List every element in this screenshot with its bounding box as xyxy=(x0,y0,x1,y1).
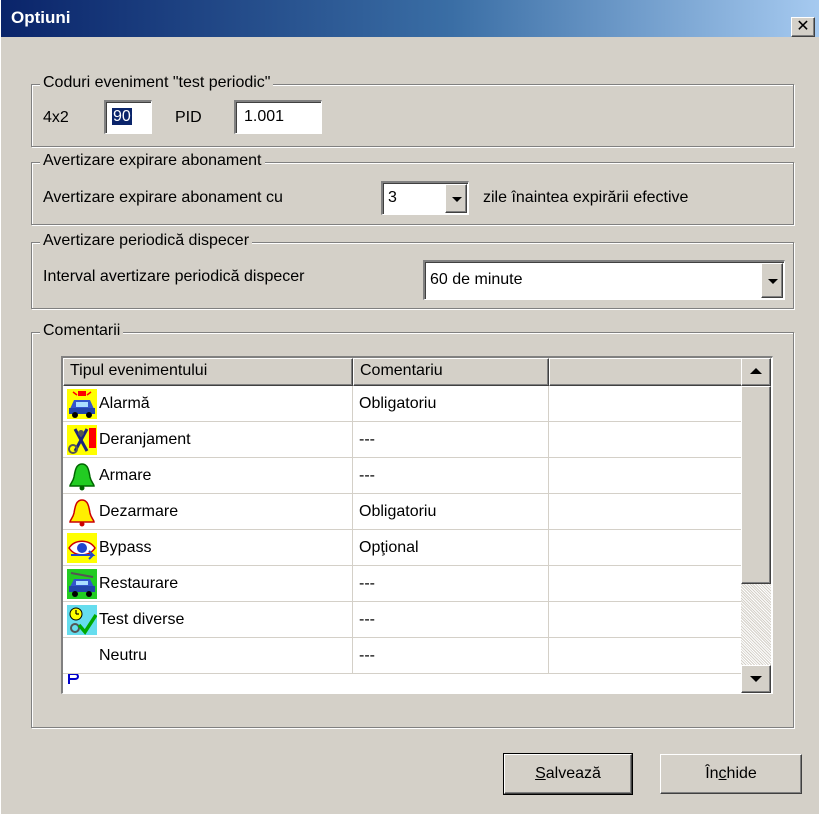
bypass-eye-icon xyxy=(67,533,97,563)
event-type-label: Test diverse xyxy=(99,611,185,628)
table-row[interactable] xyxy=(63,674,743,693)
close-button[interactable]: Închide xyxy=(660,754,802,794)
input-pid-value: 1.001 xyxy=(244,108,285,125)
event-comment: Opţional xyxy=(353,530,549,566)
event-type-label: Dezarmare xyxy=(99,503,179,520)
table-row[interactable]: Restaurare --- xyxy=(63,566,743,602)
table-row[interactable]: Test diverse --- xyxy=(63,602,743,638)
table-row[interactable]: Deranjament --- xyxy=(63,422,743,458)
event-comment: Obligatoriu xyxy=(353,386,549,422)
options-dialog: Optiuni ✕ Coduri eveniment "test periodi… xyxy=(0,0,819,814)
label-pid: PID xyxy=(175,109,202,126)
input-pid[interactable]: 1.001 xyxy=(234,100,322,134)
tools-icon xyxy=(67,425,97,455)
event-type-label: Bypass xyxy=(99,539,152,556)
event-comment: --- xyxy=(353,566,549,602)
event-comments-grid[interactable]: Tipul evenimentului Comentariu Alarmă Ob… xyxy=(61,356,773,694)
test-check-icon xyxy=(67,605,97,635)
table-row[interactable]: Neutru --- xyxy=(63,638,743,674)
green-bell-icon xyxy=(69,463,95,491)
table-row[interactable]: Alarmă Obligatoriu xyxy=(63,386,743,422)
event-type-label: Armare xyxy=(99,467,152,484)
label-4x2: 4x2 xyxy=(43,109,69,126)
title-bar[interactable]: Optiuni ✕ xyxy=(1,0,819,37)
scroll-thumb[interactable] xyxy=(741,386,771,584)
alarm-car-icon xyxy=(67,389,97,419)
chevron-down-icon[interactable] xyxy=(761,263,783,298)
close-icon: ✕ xyxy=(796,18,810,35)
expiry-suffix: zile înaintea expirării efective xyxy=(483,189,689,206)
dispatch-group-title: Avertizare periodică dispecer xyxy=(40,232,253,250)
yellow-bell-icon xyxy=(69,499,95,527)
dispatch-interval-value: 60 de minute xyxy=(430,271,523,288)
event-comment: --- xyxy=(353,638,549,674)
event-type-label: Restaurare xyxy=(99,575,179,592)
chevron-down-icon[interactable] xyxy=(445,184,467,213)
expiry-days-combo[interactable]: 3 xyxy=(381,181,469,215)
column-header-type[interactable]: Tipul evenimentului xyxy=(63,358,353,386)
event-type-label: Neutru xyxy=(99,647,148,664)
scroll-up-button[interactable] xyxy=(741,358,771,386)
expiry-group-title: Avertizare expirare abonament xyxy=(40,152,265,170)
expiry-label: Avertizare expirare abonament cu xyxy=(43,189,283,206)
restore-car-icon xyxy=(67,569,97,599)
table-row[interactable]: Dezarmare Obligatoriu xyxy=(63,494,743,530)
table-row[interactable]: Bypass Opţional xyxy=(63,530,743,566)
column-header-comment[interactable]: Comentariu xyxy=(353,358,549,386)
close-window-button[interactable]: ✕ xyxy=(791,17,815,37)
event-comment: --- xyxy=(353,602,549,638)
dispatch-label: Interval avertizare periodică dispecer xyxy=(43,268,305,285)
partial-row-icon xyxy=(68,674,79,684)
event-comment: Obligatoriu xyxy=(353,494,549,530)
event-type-label: Deranjament xyxy=(99,431,191,448)
table-row[interactable]: Armare --- xyxy=(63,458,743,494)
input-4x2[interactable]: 90 xyxy=(104,100,152,134)
save-button[interactable]: Salvează xyxy=(503,753,633,795)
expiry-days-value: 3 xyxy=(388,189,397,206)
input-4x2-value: 90 xyxy=(112,108,132,125)
event-comment: --- xyxy=(353,458,549,494)
event-type-label: Alarmă xyxy=(99,395,150,412)
comments-group-title: Comentarii xyxy=(40,322,124,340)
grid-header: Tipul evenimentului Comentariu xyxy=(63,358,743,386)
grid-vertical-scrollbar[interactable] xyxy=(741,358,771,693)
test-codes-group-title: Coduri eveniment "test periodic" xyxy=(40,74,274,92)
column-header-extra[interactable] xyxy=(549,358,743,386)
dispatch-interval-combo[interactable]: 60 de minute xyxy=(423,260,785,300)
window-title: Optiuni xyxy=(11,8,71,27)
scroll-down-button[interactable] xyxy=(741,665,771,693)
event-comment: --- xyxy=(353,422,549,458)
